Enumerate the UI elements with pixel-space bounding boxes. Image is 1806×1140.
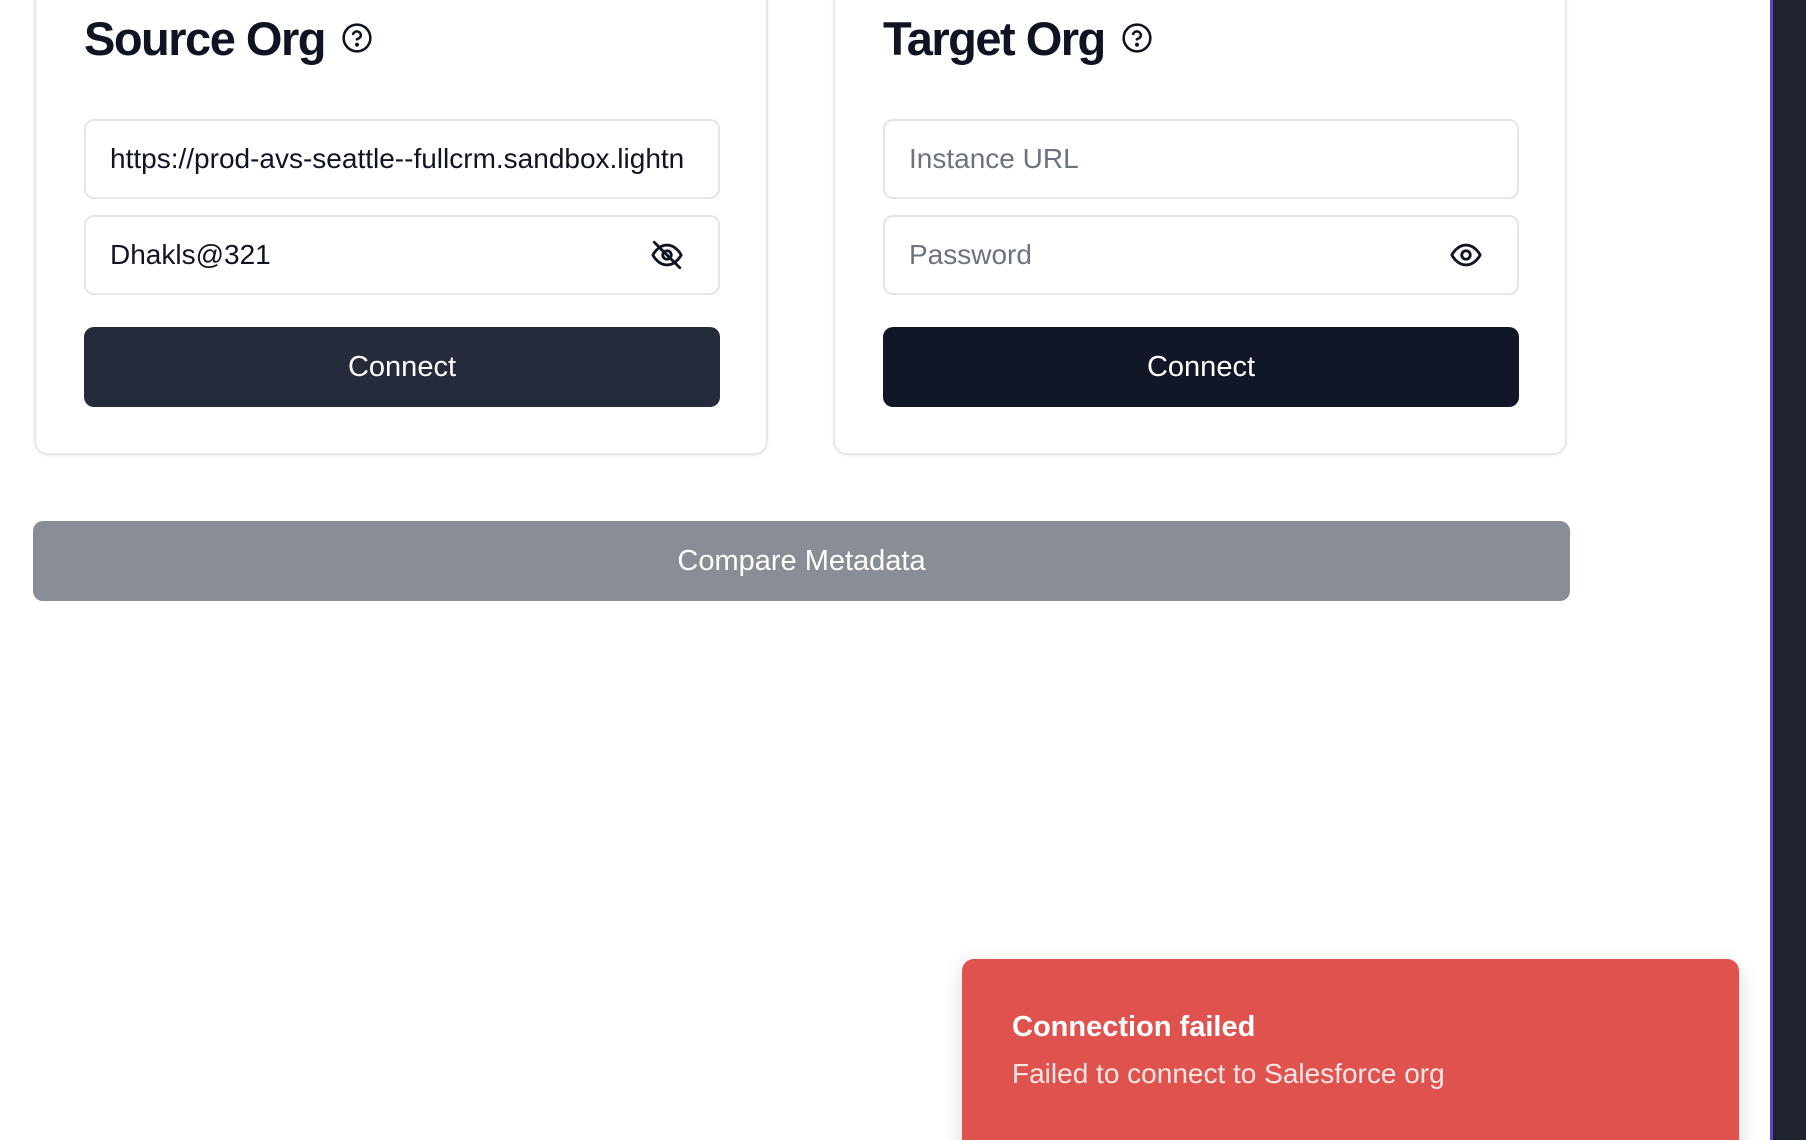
page: Source Org Connect — [0, 0, 1806, 1140]
eye-off-icon[interactable] — [650, 238, 684, 272]
source-org-header: Source Org — [84, 10, 373, 66]
target-org-card: Target Org Connect — [833, 0, 1567, 455]
eye-icon[interactable] — [1449, 238, 1483, 272]
source-password-field[interactable] — [84, 215, 720, 295]
target-instance-url-input[interactable] — [909, 121, 1493, 197]
question-circle-icon[interactable] — [1121, 22, 1153, 54]
target-password-field[interactable] — [883, 215, 1519, 295]
error-toast: Connection failed Failed to connect to S… — [962, 959, 1739, 1140]
side-panel-edge — [1770, 0, 1806, 1140]
toast-description: Failed to connect to Salesforce org — [1012, 1058, 1445, 1089]
source-instance-url-field[interactable] — [84, 119, 720, 199]
compare-metadata-button[interactable]: Compare Metadata — [33, 521, 1570, 601]
target-instance-url-field[interactable] — [883, 119, 1519, 199]
target-org-header: Target Org — [883, 10, 1153, 66]
target-connect-button[interactable]: Connect — [883, 327, 1519, 407]
source-org-card: Source Org Connect — [34, 0, 768, 455]
target-password-input[interactable] — [909, 217, 1493, 293]
source-connect-button[interactable]: Connect — [84, 327, 720, 407]
toast-title: Connection failed — [1012, 1011, 1256, 1043]
source-password-input[interactable] — [110, 217, 694, 293]
source-instance-url-input[interactable] — [110, 121, 694, 197]
target-org-title: Target Org — [883, 11, 1106, 65]
question-circle-icon[interactable] — [341, 22, 373, 54]
source-org-title: Source Org — [84, 11, 326, 65]
